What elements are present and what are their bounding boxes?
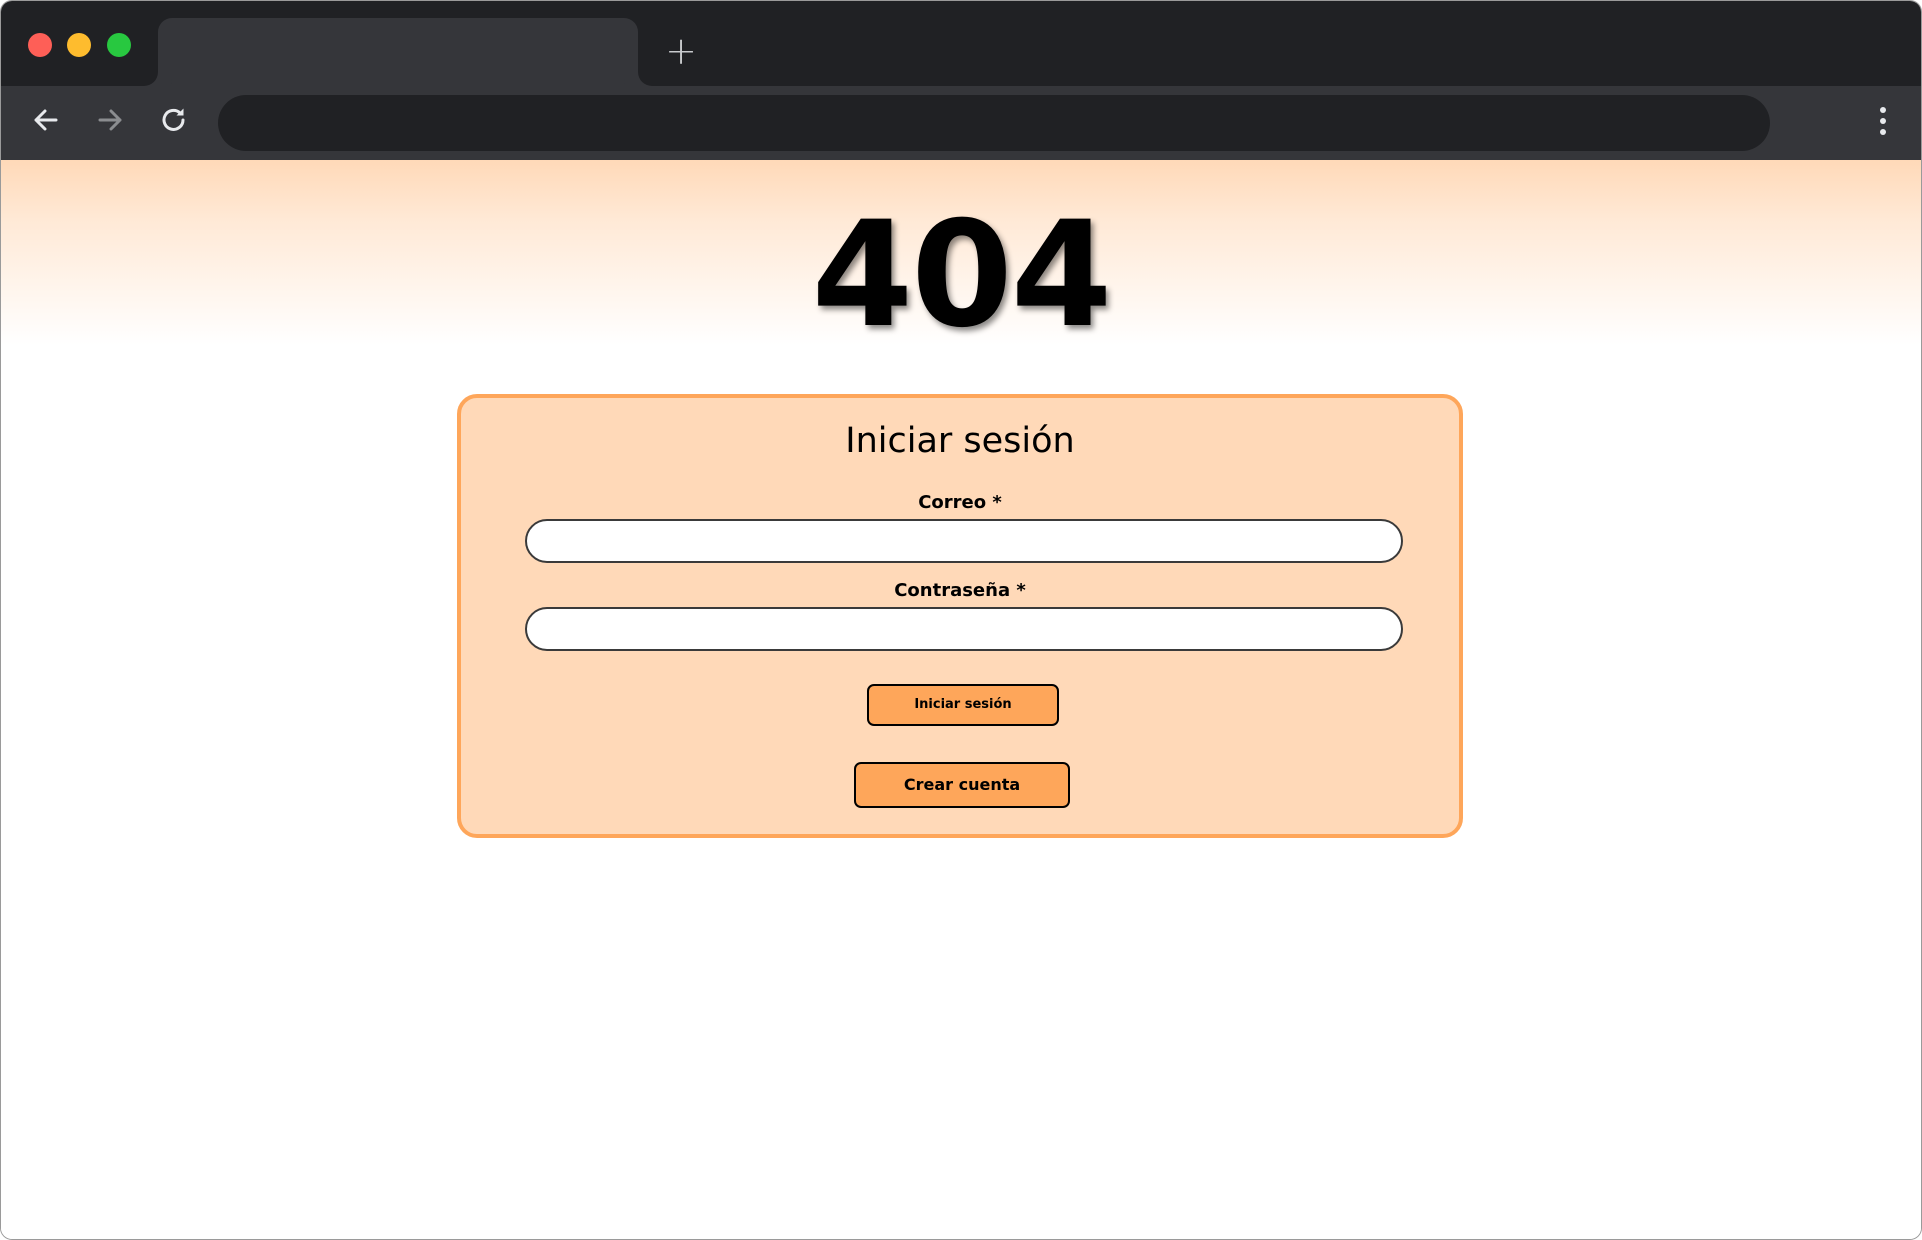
password-field[interactable] (525, 607, 1403, 651)
create-account-button[interactable]: Crear cuenta (854, 762, 1070, 808)
arrow-left-icon (34, 109, 58, 131)
arrow-right-icon (98, 109, 122, 131)
maximize-window-button[interactable] (107, 33, 131, 57)
email-label: Correo * (918, 492, 1002, 513)
login-button[interactable]: Iniciar sesión (867, 684, 1059, 726)
minimize-window-button[interactable] (67, 33, 91, 57)
reload-icon (162, 108, 185, 131)
password-label: Contraseña * (894, 580, 1026, 601)
login-card: Iniciar sesión Correo * Contraseña * Ini… (457, 394, 1463, 838)
error-code-heading: 404 (811, 190, 1113, 360)
browser-tab[interactable] (158, 18, 638, 86)
page-content: 404 Iniciar sesión Correo * Contraseña *… (1, 160, 1921, 1239)
kebab-menu-icon[interactable] (1877, 104, 1889, 142)
address-bar[interactable] (218, 95, 1770, 151)
back-button[interactable] (26, 100, 66, 140)
login-title: Iniciar sesión (845, 421, 1075, 461)
reload-button[interactable] (154, 100, 194, 140)
close-window-button[interactable] (28, 33, 52, 57)
browser-window: + 404 Iniciar sesión Correo * Contraseña… (0, 0, 1922, 1240)
forward-button[interactable] (90, 100, 130, 140)
browser-toolbar (1, 86, 1921, 160)
tab-bar: + (1, 1, 1921, 86)
new-tab-button[interactable]: + (664, 32, 698, 70)
email-field[interactable] (525, 519, 1403, 563)
